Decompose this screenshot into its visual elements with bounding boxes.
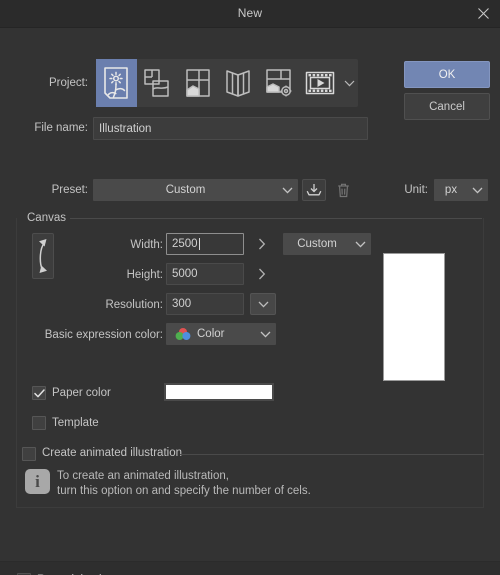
project-type-comic[interactable] [177,59,218,107]
chevron-down-icon[interactable] [340,59,358,107]
close-icon[interactable] [468,1,498,26]
width-expand-icon[interactable] [253,233,271,255]
animated-info-text: To create an animated illustration, turn… [57,470,311,497]
delete-preset-icon[interactable] [333,179,354,201]
unit-label-text: Unit: [404,184,428,196]
expression-color-label-text: Basic expression color: [44,329,163,341]
height-expand-icon[interactable] [253,263,271,285]
width-label-text: Width: [130,239,163,251]
cancel-button[interactable]: Cancel [404,93,490,120]
new-canvas-dialog: New Project: OK Cancel File name: Illust… [0,0,500,575]
resolution-label-text: Resolution: [105,299,163,311]
resolution-input[interactable]: 300 [166,293,244,315]
canvas-preview [383,253,445,381]
save-preset-icon[interactable] [302,179,326,201]
height-input[interactable]: 5000 [166,263,244,285]
template-label: Template [52,417,99,429]
file-name-label-text: File name: [34,122,88,134]
swap-orientation-icon[interactable] [32,233,54,279]
chevron-down-icon [277,187,297,194]
expression-color-value: Color [197,328,225,340]
expression-color-label: Basic expression color: [20,329,163,341]
resolution-dropdown-button[interactable] [250,293,276,315]
dialog-titlebar: New [0,0,500,28]
canvas-group-title: Canvas [22,212,71,224]
template-label-text: Template [52,417,99,429]
animated-group-divider [180,454,484,455]
info-icon: i [25,469,50,494]
unit-label: Unit: [386,184,428,196]
dialog-body: Project: OK Cancel File name: Illustrati… [0,28,500,575]
project-type-toolbar [96,59,358,107]
paper-color-checkbox[interactable] [32,386,46,400]
project-type-illustration[interactable] [96,59,137,107]
height-value: 5000 [172,268,198,280]
paper-color-label-text: Paper color [52,387,111,399]
project-type-animation[interactable] [299,59,340,107]
preset-dropdown[interactable]: Custom [93,179,298,201]
unit-value: px [444,184,458,196]
width-input[interactable]: 2500 [166,233,244,255]
project-label: Project: [49,77,88,89]
canvas-group-divider [70,218,482,219]
template-checkbox[interactable] [32,416,46,430]
resolution-label: Resolution: [60,299,163,311]
paper-color-swatch[interactable] [164,383,274,401]
file-name-value: Illustration [99,122,152,135]
width-label: Width: [60,239,163,251]
footer: Record timelapse [0,562,500,575]
chevron-down-icon [255,331,275,338]
chevron-down-icon [350,241,370,248]
create-animated-illustration-checkbox[interactable] [22,447,36,461]
height-label-text: Height: [126,269,163,281]
preset-value: Custom [165,184,206,196]
text-caret [198,238,200,250]
ok-button[interactable]: OK [404,61,490,88]
project-type-all-pages[interactable] [218,59,259,107]
unit-dropdown[interactable]: px [434,179,488,201]
height-label: Height: [60,269,163,281]
expression-color-dropdown[interactable]: Color [166,323,276,345]
dialog-title: New [237,6,263,20]
create-animated-illustration-label: Create animated illustration [42,447,182,459]
canvas-size-preset-value: Custom [297,238,337,250]
width-value: 2500 [172,238,198,250]
color-circles-icon [175,327,191,341]
project-type-comic-settings[interactable] [259,59,300,107]
preset-label: Preset: [51,184,88,196]
paper-color-label: Paper color [52,387,111,399]
chevron-down-icon [467,187,487,194]
project-type-webtoon[interactable] [137,59,178,107]
canvas-size-preset-dropdown[interactable]: Custom [283,233,371,255]
resolution-value: 300 [172,298,192,310]
file-name-label: File name: [0,122,88,134]
file-name-input[interactable]: Illustration [93,117,368,140]
